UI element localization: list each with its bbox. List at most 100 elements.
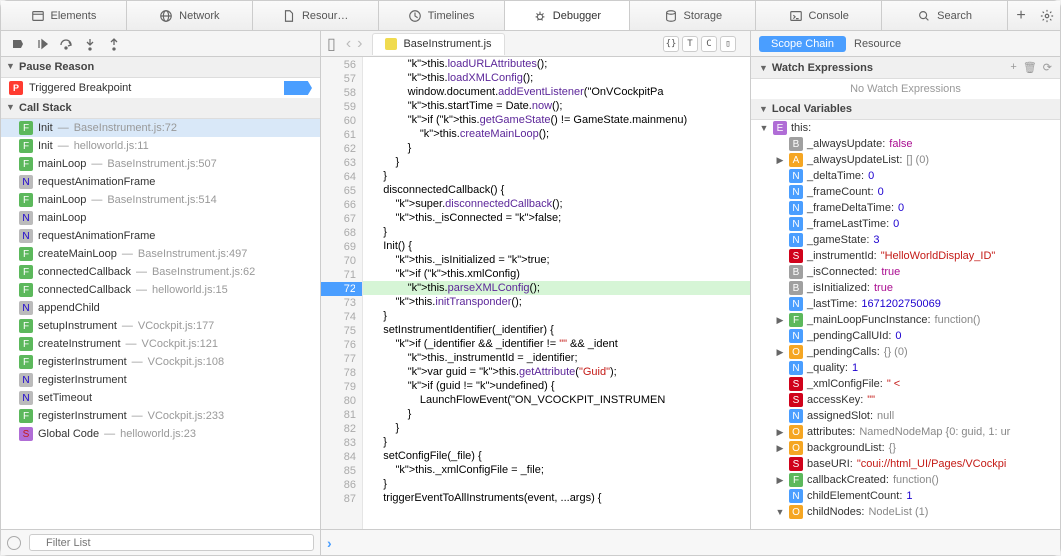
- variable-row[interactable]: N_gameState: 3: [751, 232, 1060, 248]
- variable-row[interactable]: B_alwaysUpdate: false: [751, 136, 1060, 152]
- stack-frame[interactable]: FregisterInstrument — VCockpit.js:233: [1, 407, 320, 425]
- pretty-print-button[interactable]: {}: [663, 36, 679, 52]
- variable-row[interactable]: N_deltaTime: 0: [751, 168, 1060, 184]
- variable-row[interactable]: N_frameDeltaTime: 0: [751, 200, 1060, 216]
- variable-row[interactable]: SbaseURI: "coui://html_UI/Pages/VCockpi: [751, 456, 1060, 472]
- js-file-icon: [385, 38, 397, 50]
- type-button[interactable]: T: [682, 36, 698, 52]
- expand-icon[interactable]: ▶: [775, 347, 785, 358]
- debug-buttons: [1, 31, 321, 56]
- resume-icon[interactable]: [35, 37, 49, 51]
- source-editor[interactable]: 5657585960616263646566676869707172737475…: [321, 57, 750, 529]
- stack-frame[interactable]: NmainLoop: [1, 209, 320, 227]
- resource-tab[interactable]: Resource: [854, 38, 901, 50]
- toggle-breakpoints-icon[interactable]: [11, 37, 25, 51]
- watch-expressions-header[interactable]: ▼Watch Expressions + 🗑 ⟳: [751, 57, 1060, 79]
- stack-frame[interactable]: FInit — helloworld.js:11: [1, 137, 320, 155]
- variable-row[interactable]: ▶Oattributes: NamedNodeMap {0: guid, 1: …: [751, 424, 1060, 440]
- tab-timelines[interactable]: Timelines: [379, 1, 505, 30]
- variable-row[interactable]: SaccessKey: "": [751, 392, 1060, 408]
- stack-frame[interactable]: FsetupInstrument — VCockpit.js:177: [1, 317, 320, 335]
- tab-console[interactable]: Console: [756, 1, 882, 30]
- variable-row[interactable]: N_frameCount: 0: [751, 184, 1060, 200]
- stack-frame[interactable]: FcreateInstrument — VCockpit.js:121: [1, 335, 320, 353]
- local-variables-header[interactable]: ▼Local Variables: [751, 99, 1060, 120]
- toggle-navigator-icon[interactable]: ▯: [327, 34, 336, 54]
- expand-icon[interactable]: ▶: [775, 475, 785, 486]
- scope-chain-tab[interactable]: Scope Chain: [759, 36, 846, 52]
- variable-row[interactable]: N_frameLastTime: 0: [751, 216, 1060, 232]
- file-tab-baseinstrument[interactable]: BaseInstrument.js: [372, 33, 504, 55]
- variable-row[interactable]: ▶ObackgroundList: {}: [751, 440, 1060, 456]
- variable-row[interactable]: ▼OchildNodes: NodeList (1): [751, 504, 1060, 520]
- pause-reason-header[interactable]: Pause Reason: [1, 57, 320, 78]
- stack-frame[interactable]: NrequestAnimationFrame: [1, 173, 320, 191]
- variable-row[interactable]: B_isConnected: true: [751, 264, 1060, 280]
- variable-row[interactable]: ▶FcallbackCreated: function(): [751, 472, 1060, 488]
- tab-resources[interactable]: Resour…: [253, 1, 379, 30]
- pause-reason-row: P Triggered Breakpoint: [1, 78, 320, 98]
- type-badge-icon: N: [789, 489, 803, 503]
- call-stack-header[interactable]: Call Stack: [1, 98, 320, 119]
- code-content[interactable]: "k">this.loadURLAttributes(); "k">this.l…: [363, 57, 750, 529]
- step-out-icon[interactable]: [107, 37, 121, 51]
- nav-forward-icon[interactable]: ›: [357, 35, 362, 53]
- expand-icon[interactable]: ▶: [775, 155, 785, 166]
- variable-row[interactable]: N_quality: 1: [751, 360, 1060, 376]
- variable-row[interactable]: ▶A_alwaysUpdateList: [] (0): [751, 152, 1060, 168]
- toggle-sidebar-button[interactable]: ▯: [720, 36, 736, 52]
- tab-network[interactable]: Network: [127, 1, 253, 30]
- stack-frame[interactable]: FmainLoop — BaseInstrument.js:514: [1, 191, 320, 209]
- stack-frame[interactable]: SGlobal Code — helloworld.js:23: [1, 425, 320, 443]
- new-tab-button[interactable]: +: [1012, 7, 1030, 25]
- type-badge-icon: N: [789, 329, 803, 343]
- type-badge-icon: N: [789, 361, 803, 375]
- step-into-icon[interactable]: [83, 37, 97, 51]
- stack-frame[interactable]: FcreateMainLoop — BaseInstrument.js:497: [1, 245, 320, 263]
- expand-icon[interactable]: ▶: [775, 315, 785, 326]
- variable-row[interactable]: NchildElementCount: 1: [751, 488, 1060, 504]
- info-icon[interactable]: [7, 536, 21, 550]
- settings-icon[interactable]: [1038, 7, 1056, 25]
- step-over-icon[interactable]: [59, 37, 73, 51]
- tab-elements[interactable]: Elements: [1, 1, 127, 30]
- console-prompt-icon[interactable]: ›: [327, 535, 332, 551]
- expand-icon[interactable]: ▶: [775, 427, 785, 438]
- stack-frame[interactable]: NrequestAnimationFrame: [1, 227, 320, 245]
- stack-frame[interactable]: NsetTimeout: [1, 389, 320, 407]
- tab-debugger[interactable]: Debugger: [505, 1, 631, 30]
- refresh-watch-icon[interactable]: ⟳: [1043, 61, 1052, 74]
- frame-type-icon: F: [19, 139, 33, 153]
- type-badge-icon: N: [789, 409, 803, 423]
- expand-icon[interactable]: ▶: [775, 443, 785, 454]
- variable-row[interactable]: S_instrumentId: "HelloWorldDisplay_ID": [751, 248, 1060, 264]
- frame-type-icon: N: [19, 391, 33, 405]
- add-watch-icon[interactable]: +: [1010, 61, 1016, 74]
- variable-row[interactable]: N_lastTime: 1671202750069: [751, 296, 1060, 312]
- variable-row[interactable]: N_pendingCallUId: 0: [751, 328, 1060, 344]
- stack-frame[interactable]: NregisterInstrument: [1, 371, 320, 389]
- variable-row[interactable]: ▼Ethis:: [751, 120, 1060, 136]
- clear-watch-icon[interactable]: 🗑: [1023, 61, 1037, 74]
- coverage-button[interactable]: C: [701, 36, 717, 52]
- bottom-bar: ›: [1, 529, 1060, 555]
- variable-row[interactable]: ▶F_mainLoopFuncInstance: function(): [751, 312, 1060, 328]
- stack-frame[interactable]: FconnectedCallback — helloworld.js:15: [1, 281, 320, 299]
- stack-frame[interactable]: FInit — BaseInstrument.js:72: [1, 119, 320, 137]
- stack-frame[interactable]: FconnectedCallback — BaseInstrument.js:6…: [1, 263, 320, 281]
- expand-icon[interactable]: ▼: [775, 507, 785, 517]
- tab-storage[interactable]: Storage: [630, 1, 756, 30]
- variable-row[interactable]: S_xmlConfigFile: " <: [751, 376, 1060, 392]
- stack-frame[interactable]: FmainLoop — BaseInstrument.js:507: [1, 155, 320, 173]
- variable-row[interactable]: ▶O_pendingCalls: {} (0): [751, 344, 1060, 360]
- expand-icon[interactable]: ▼: [759, 123, 769, 133]
- nav-back-icon[interactable]: ‹: [346, 35, 351, 53]
- variable-row[interactable]: B_isInitialized: true: [751, 280, 1060, 296]
- type-badge-icon: A: [789, 153, 803, 167]
- stack-frame[interactable]: NappendChild: [1, 299, 320, 317]
- tab-search[interactable]: Search: [882, 1, 1008, 30]
- stack-frame[interactable]: FregisterInstrument — VCockpit.js:108: [1, 353, 320, 371]
- filter-input[interactable]: [29, 534, 314, 551]
- variable-row[interactable]: NassignedSlot: null: [751, 408, 1060, 424]
- type-badge-icon: N: [789, 233, 803, 247]
